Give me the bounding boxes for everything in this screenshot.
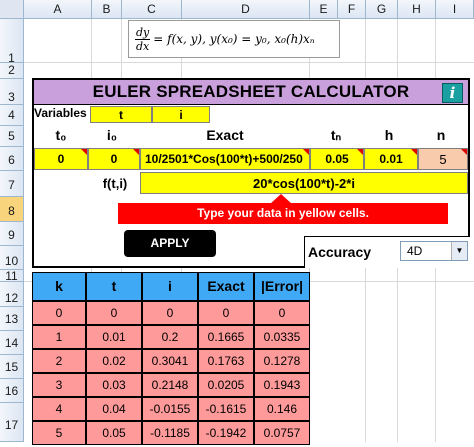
ode-formula: dy dx = f(x, y), y(x₀) = y₀, x₀(h)xₙ <box>128 20 340 58</box>
column-header-d[interactable]: D <box>182 0 310 19</box>
column-header-g[interactable]: G <box>366 0 398 19</box>
row-header-7[interactable]: 7 <box>0 171 24 197</box>
table-cell: 4 <box>32 397 86 421</box>
fti-input[interactable]: 20*cos(100*t)-2*i <box>140 172 468 194</box>
column-header-e[interactable]: E <box>310 0 338 19</box>
table-cell: 0.0757 <box>254 421 310 445</box>
row-header-16[interactable]: 16 <box>0 379 24 403</box>
row-header-10[interactable]: 10 <box>0 246 24 270</box>
fti-label: f(t,i) <box>102 176 128 191</box>
results-header-error: |Error| <box>254 272 310 301</box>
variable-i-input[interactable]: i <box>152 106 210 123</box>
column-header-h[interactable]: H <box>398 0 436 19</box>
header-h: h <box>384 127 394 143</box>
row-header-17[interactable]: 17 <box>0 403 24 442</box>
row-header-1[interactable]: 1 <box>0 19 24 65</box>
n-value: 5 <box>418 148 468 170</box>
info-icon[interactable]: i <box>442 83 463 103</box>
table-cell: 0.1763 <box>198 349 254 373</box>
calculator-title: EULER SPREADSHEET CALCULATOR <box>34 80 468 105</box>
header-tn: tₙ <box>330 127 342 143</box>
table-cell: 2 <box>32 349 86 373</box>
chevron-down-icon[interactable]: ▼ <box>451 242 467 260</box>
row-header-13[interactable]: 13 <box>0 307 24 331</box>
column-header-b[interactable]: B <box>92 0 122 19</box>
derivative-fraction: dy dx <box>135 25 151 53</box>
table-cell: 3 <box>32 373 86 397</box>
h-input[interactable]: 0.01 <box>364 148 418 170</box>
header-exact: Exact <box>206 127 244 143</box>
variable-t-input[interactable]: t <box>90 106 152 123</box>
accuracy-label: Accuracy <box>308 244 372 260</box>
exact-formula-input[interactable]: 10/2501*Cos(100*t)+500/250 <box>140 148 310 170</box>
row-header-14[interactable]: 14 <box>0 331 24 355</box>
gridline <box>24 62 474 63</box>
apply-button[interactable]: APPLY <box>124 230 216 257</box>
accuracy-value: 4D <box>407 244 423 258</box>
variables-label: Variables <box>34 106 87 120</box>
table-cell: 0.2 <box>142 325 198 349</box>
row-header-3[interactable]: 3 <box>0 79 24 105</box>
formula-text: = f(x, y), y(x₀) = y₀, x₀(h)xₙ <box>153 32 315 46</box>
header-n: n <box>436 127 446 143</box>
table-cell: 0.0205 <box>198 373 254 397</box>
results-header-k: k <box>32 272 86 301</box>
table-cell: 0 <box>198 301 254 325</box>
table-cell: 0.1943 <box>254 373 310 397</box>
t0-input[interactable]: 0 <box>34 148 88 170</box>
table-cell: 5 <box>32 421 86 445</box>
i0-input[interactable]: 0 <box>88 148 140 170</box>
table-cell: 0.01 <box>86 325 142 349</box>
table-cell: -0.0155 <box>142 397 198 421</box>
hint-banner: Type your data in yellow cells. <box>118 203 448 224</box>
row-header-4[interactable]: 4 <box>0 105 24 126</box>
row-header-11[interactable]: 11 <box>0 270 24 283</box>
results-header-i: i <box>142 272 198 301</box>
row-header-5[interactable]: 5 <box>0 126 24 147</box>
table-cell: 0.03 <box>86 373 142 397</box>
table-cell: 0.1278 <box>254 349 310 373</box>
header-t0: t₀ <box>55 127 67 143</box>
derivative-denominator: dx <box>136 39 150 53</box>
table-cell: -0.1615 <box>198 397 254 421</box>
column-header-f[interactable]: F <box>338 0 366 19</box>
results-header-t: t <box>86 272 142 301</box>
row-header-9[interactable]: 9 <box>0 222 24 246</box>
table-cell: -0.1185 <box>142 421 198 445</box>
table-cell: 0.146 <box>254 397 310 421</box>
column-header-a[interactable]: A <box>24 0 92 19</box>
table-cell: 0 <box>86 301 142 325</box>
table-cell: 0.1665 <box>198 325 254 349</box>
row-header-2[interactable]: 2 <box>0 63 24 79</box>
accuracy-select[interactable]: 4D ▼ <box>400 241 468 261</box>
table-cell: 0 <box>32 301 86 325</box>
table-cell: 1 <box>32 325 86 349</box>
tn-input[interactable]: 0.05 <box>310 148 364 170</box>
table-cell: 0.02 <box>86 349 142 373</box>
header-i0: i₀ <box>106 127 118 143</box>
row-header-15[interactable]: 15 <box>0 355 24 379</box>
column-header-i[interactable]: I <box>436 0 474 19</box>
table-cell: 0 <box>142 301 198 325</box>
row-header-6[interactable]: 6 <box>0 147 24 171</box>
select-all-corner[interactable] <box>0 0 24 19</box>
table-cell: 0.0335 <box>254 325 310 349</box>
derivative-numerator: dy <box>135 25 151 40</box>
table-cell: 0.2148 <box>142 373 198 397</box>
results-header-exact: Exact <box>198 272 254 301</box>
table-cell: 0 <box>254 301 310 325</box>
table-cell: 0.3041 <box>142 349 198 373</box>
table-cell: -0.1942 <box>198 421 254 445</box>
row-header-8[interactable]: 8 <box>0 197 24 222</box>
column-header-c[interactable]: C <box>122 0 182 19</box>
table-cell: 0.05 <box>86 421 142 445</box>
row-header-12[interactable]: 12 <box>0 282 24 307</box>
table-cell: 0.04 <box>86 397 142 421</box>
